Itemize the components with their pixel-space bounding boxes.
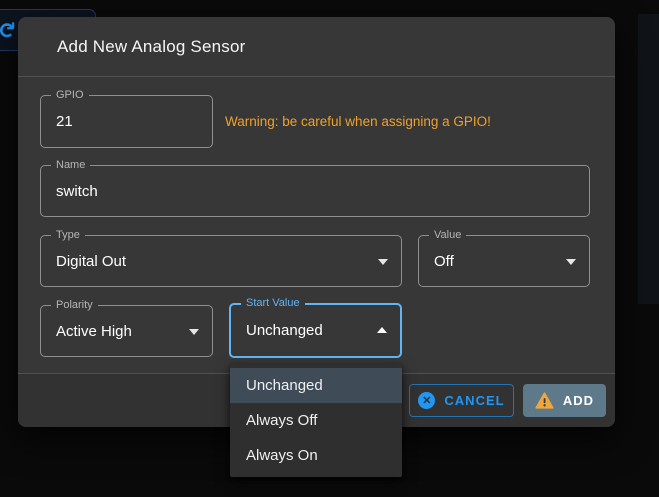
dialog-title: Add New Analog Sensor xyxy=(57,37,246,57)
cancel-button[interactable]: ✕ CANCEL xyxy=(409,384,514,417)
close-icon: ✕ xyxy=(418,392,435,409)
chevron-up-icon xyxy=(377,327,387,333)
start-value-select[interactable]: Start Value Unchanged xyxy=(229,303,402,358)
add-button-label: ADD xyxy=(563,393,594,408)
value-value: Off xyxy=(434,236,454,286)
cancel-button-label: CANCEL xyxy=(444,393,504,408)
warning-icon xyxy=(535,392,554,409)
type-value: Digital Out xyxy=(56,236,126,286)
name-field[interactable]: Name switch xyxy=(40,165,590,217)
chevron-down-icon xyxy=(189,329,199,335)
chevron-down-icon xyxy=(566,259,576,265)
polarity-select[interactable]: Polarity Active High xyxy=(40,305,213,357)
polarity-value: Active High xyxy=(56,306,132,356)
menu-item-unchanged[interactable]: Unchanged xyxy=(230,368,402,403)
gpio-field[interactable]: GPIO 21 xyxy=(40,95,213,148)
type-select[interactable]: Type Digital Out xyxy=(40,235,402,287)
refresh-icon: ↻ xyxy=(0,21,17,39)
start-value-value: Unchanged xyxy=(246,305,323,356)
chevron-down-icon xyxy=(378,259,388,265)
gpio-warning-text: Warning: be careful when assigning a GPI… xyxy=(225,95,491,148)
dialog-header: Add New Analog Sensor xyxy=(18,17,615,77)
menu-item-always-off[interactable]: Always Off xyxy=(230,403,402,438)
name-value: switch xyxy=(56,166,98,216)
background-page-edge xyxy=(638,14,659,304)
add-button[interactable]: ADD xyxy=(523,384,606,417)
menu-item-always-on[interactable]: Always On xyxy=(230,438,402,473)
start-value-dropdown-menu: Unchanged Always Off Always On xyxy=(230,364,402,477)
gpio-value: 21 xyxy=(56,96,73,147)
value-select[interactable]: Value Off xyxy=(418,235,590,287)
